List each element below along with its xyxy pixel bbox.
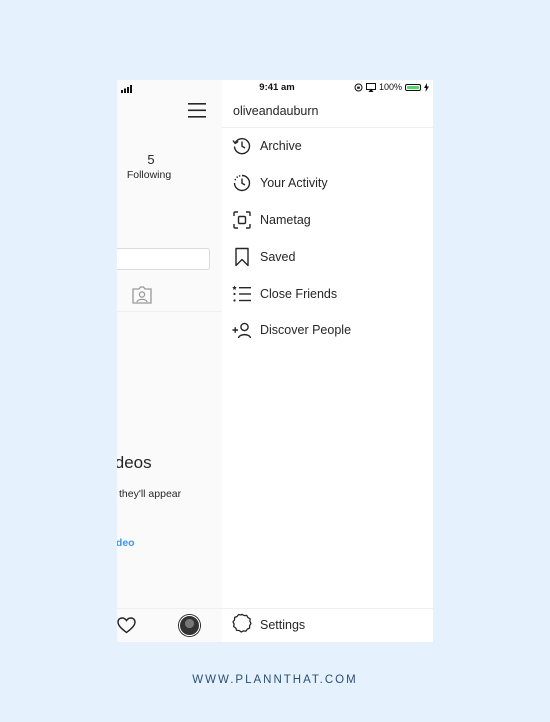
following-count: 5 xyxy=(147,152,155,167)
following-stat[interactable]: 5 Following xyxy=(120,152,178,181)
menu-username: oliveandauburn xyxy=(233,104,319,118)
settings-button[interactable]: Settings xyxy=(232,613,306,638)
menu-item-label: Archive xyxy=(260,139,302,154)
archive-icon xyxy=(232,136,252,156)
menu-item-nametag[interactable]: Nametag xyxy=(222,202,433,239)
orientation-lock-icon xyxy=(354,83,363,91)
status-indicators: 100% xyxy=(354,82,429,92)
website-footer: WWW.PLANNTHAT.COM xyxy=(192,674,358,686)
empty-state-link[interactable]: ideo xyxy=(117,537,135,549)
profile-avatar[interactable] xyxy=(179,615,200,636)
activity-icon xyxy=(232,173,252,193)
phone-screen: 5 Following ideos they'll appear ideo 9:… xyxy=(117,80,433,642)
menu-item-label: Your Activity xyxy=(260,176,328,191)
hamburger-menu-icon[interactable] xyxy=(188,103,206,118)
charging-bolt-icon xyxy=(424,82,429,92)
tagged-photos-icon[interactable] xyxy=(132,286,152,304)
following-label: Following xyxy=(126,169,172,181)
empty-state-subtitle: they'll appear xyxy=(119,488,182,500)
menu-list: Archive Your Activity Nametag Saved Clos… xyxy=(222,128,433,349)
tab-divider xyxy=(117,311,222,312)
nametag-icon xyxy=(232,210,252,230)
side-menu: 9:41 am 100% oliveandauburn Archive Your… xyxy=(222,80,433,642)
settings-label: Settings xyxy=(260,618,306,632)
menu-item-label: Discover People xyxy=(260,323,352,338)
menu-item-discover-people[interactable]: Discover People xyxy=(222,312,433,349)
heart-icon[interactable] xyxy=(117,617,136,634)
empty-state-title: ideos xyxy=(117,453,152,472)
menu-item-your-activity[interactable]: Your Activity xyxy=(222,165,433,202)
battery-percent: 100% xyxy=(378,82,402,92)
airplay-icon xyxy=(365,82,376,92)
menu-item-saved[interactable]: Saved xyxy=(222,238,433,275)
menu-item-label: Close Friends xyxy=(260,286,338,301)
settings-divider xyxy=(222,608,433,609)
gear-icon xyxy=(232,613,252,638)
menu-item-close-friends[interactable]: Close Friends xyxy=(222,275,433,312)
battery-icon xyxy=(405,83,421,91)
profile-panel: 5 Following ideos they'll appear ideo xyxy=(117,80,222,642)
close-friends-icon xyxy=(232,284,252,304)
status-time: 9:41 am xyxy=(259,82,295,93)
edit-profile-button[interactable] xyxy=(117,248,210,270)
menu-item-archive[interactable]: Archive xyxy=(222,128,433,165)
menu-item-label: Nametag xyxy=(260,212,311,227)
menu-item-label: Saved xyxy=(260,249,296,264)
tab-bar-divider xyxy=(117,608,222,609)
signal-icon xyxy=(121,85,132,93)
bookmark-icon xyxy=(232,247,252,267)
discover-people-icon xyxy=(232,320,252,340)
